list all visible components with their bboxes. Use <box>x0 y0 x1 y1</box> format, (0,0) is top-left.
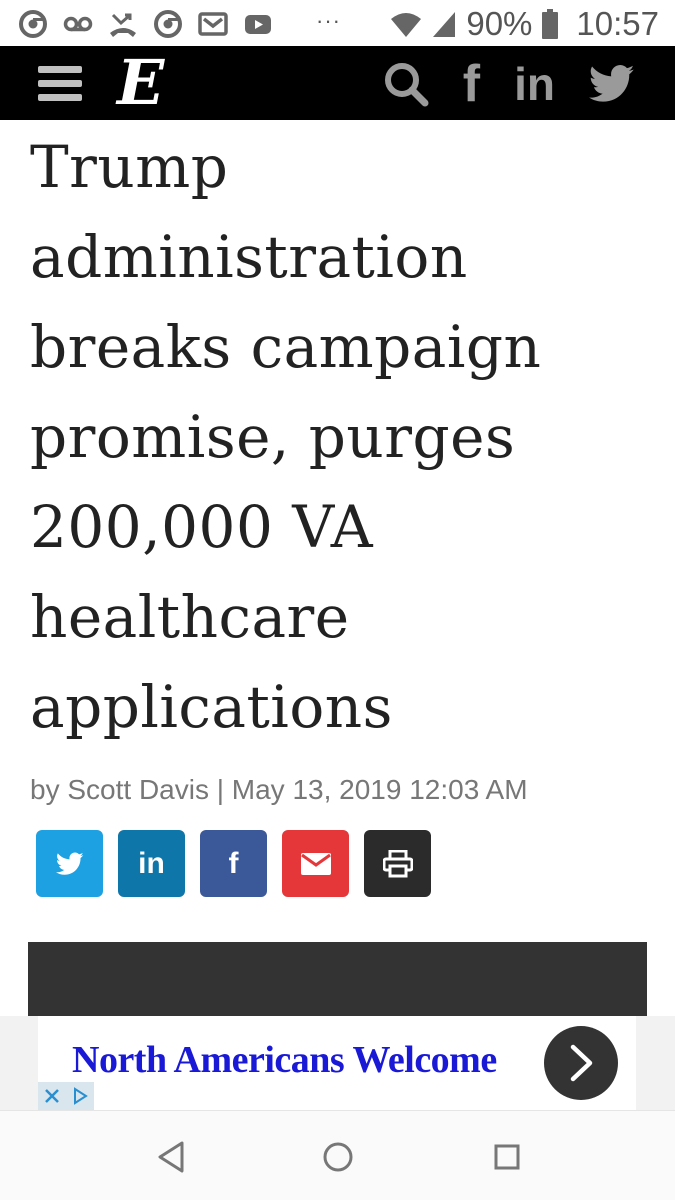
close-icon <box>45 1089 59 1103</box>
gmail-icon <box>198 12 228 36</box>
header-actions: f in <box>383 54 635 114</box>
back-icon[interactable] <box>152 1137 192 1177</box>
share-facebook-button[interactable]: f <box>200 830 267 897</box>
twitter-icon <box>55 851 84 875</box>
missed-call-icon <box>110 13 136 37</box>
email-icon <box>300 852 331 875</box>
battery-percent: 90% <box>466 5 533 42</box>
notification-icons: ··· <box>18 8 341 40</box>
media-placeholder <box>28 942 647 1018</box>
youtube-icon <box>245 15 271 34</box>
signal-icon <box>433 12 456 37</box>
battery-icon <box>542 9 559 39</box>
ad-close-button[interactable] <box>38 1082 66 1110</box>
facebook-icon: f <box>228 846 239 880</box>
home-icon[interactable] <box>318 1137 358 1177</box>
system-nav-bar <box>0 1110 675 1200</box>
article-headline: Trump administration breaks campaign pro… <box>30 133 542 741</box>
share-linkedin-button[interactable]: in <box>118 830 185 897</box>
ad-badges <box>38 1082 94 1110</box>
share-buttons: in f <box>36 830 431 897</box>
recents-icon[interactable] <box>487 1137 527 1177</box>
more-notifications: ··· <box>316 8 341 33</box>
chevron-right-icon <box>570 1044 593 1082</box>
status-bar: ··· 90% 10:57 <box>0 0 675 46</box>
twitter-icon[interactable] <box>589 64 635 104</box>
chrome-icon <box>19 10 47 38</box>
linkedin-icon[interactable]: in <box>514 57 555 111</box>
voicemail-icon <box>63 16 93 32</box>
print-icon <box>382 849 413 877</box>
ad-banner[interactable]: North Americans Welcome <box>0 1016 675 1110</box>
menu-icon[interactable] <box>38 66 82 102</box>
system-indicators: 90% 10:57 <box>390 4 659 44</box>
adchoices-icon <box>74 1087 88 1105</box>
clock: 10:57 <box>576 5 659 42</box>
print-button[interactable] <box>364 830 431 897</box>
share-twitter-button[interactable] <box>36 830 103 897</box>
linkedin-icon: in <box>138 846 165 880</box>
search-icon[interactable] <box>383 61 429 107</box>
ad-content[interactable]: North Americans Welcome <box>38 1016 636 1110</box>
site-logo[interactable]: E <box>117 50 164 116</box>
facebook-icon[interactable]: f <box>463 54 480 114</box>
adchoices-button[interactable] <box>66 1082 94 1110</box>
ad-text[interactable]: North Americans Welcome <box>72 1038 497 1082</box>
share-email-button[interactable] <box>282 830 349 897</box>
chrome-icon <box>154 10 182 38</box>
article-byline: by Scott Davis | May 13, 2019 12:03 AM <box>30 774 528 805</box>
wifi-icon <box>391 13 422 37</box>
site-header: E f in <box>0 46 675 120</box>
ad-open-button[interactable] <box>544 1026 618 1100</box>
